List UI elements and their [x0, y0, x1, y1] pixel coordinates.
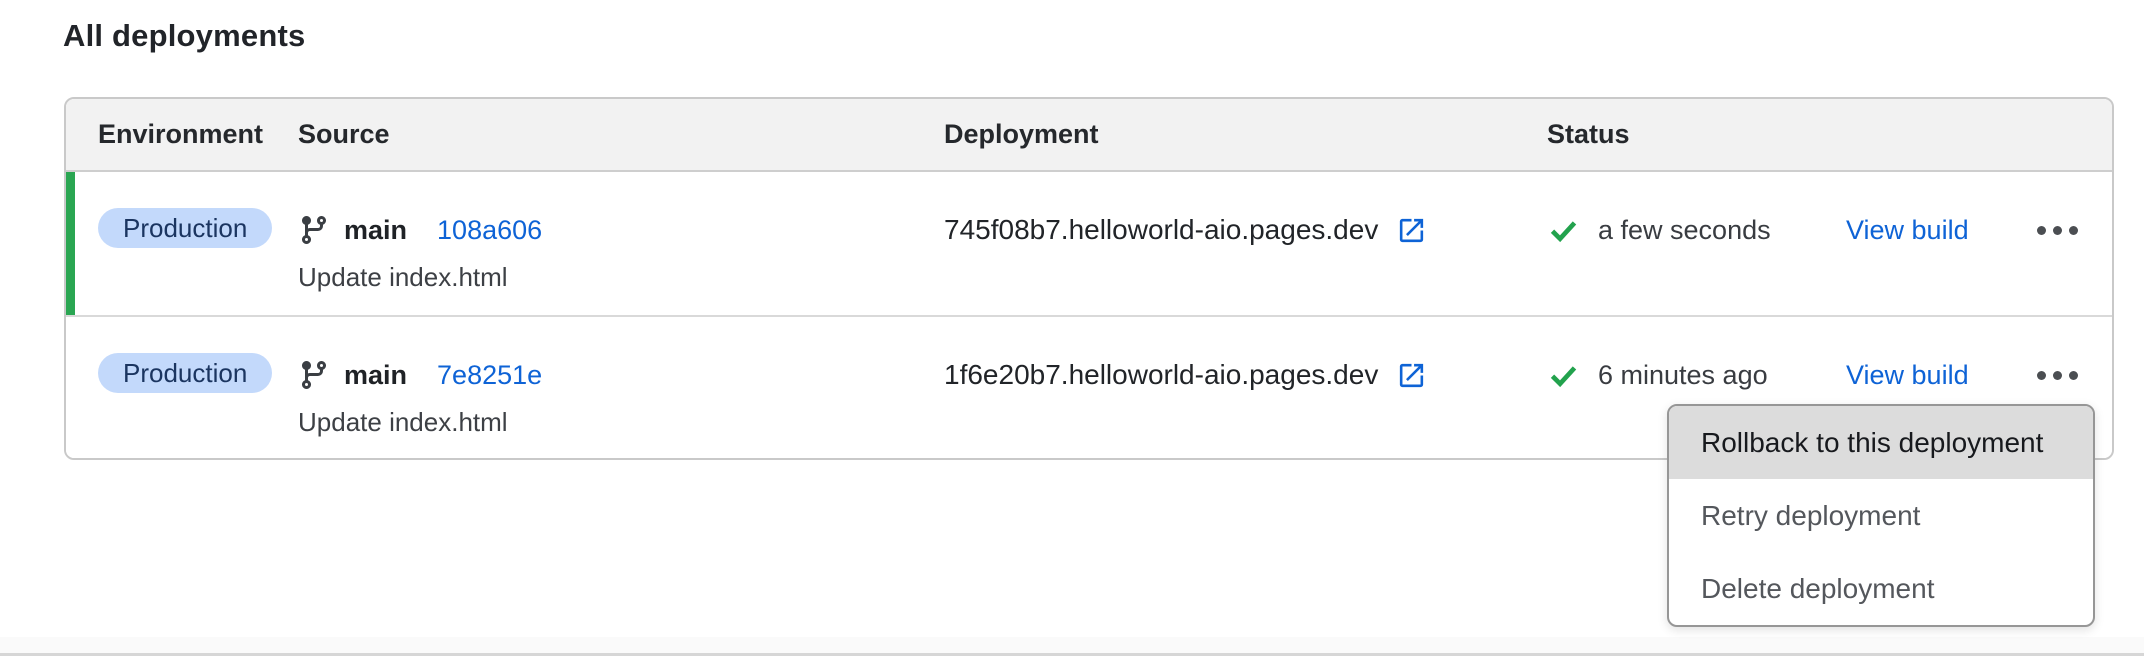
- table-header-row: Environment Source Deployment Status: [66, 99, 2112, 172]
- more-options-button[interactable]: [2035, 367, 2080, 384]
- commit-message: Update index.html: [298, 262, 944, 293]
- commit-link[interactable]: 7e8251e: [437, 360, 542, 391]
- deployment-row: Production main 108a606 Update index.htm…: [66, 172, 2112, 315]
- branch-name: main: [344, 360, 407, 391]
- status-time: 6 minutes ago: [1598, 360, 1768, 391]
- source-cell: main 7e8251e Update index.html: [298, 317, 944, 458]
- external-link-icon[interactable]: [1396, 360, 1427, 391]
- page-bottom-divider: [0, 653, 2144, 656]
- git-branch-icon: [298, 359, 330, 391]
- environment-badge: Production: [98, 353, 272, 393]
- environment-cell: Production: [98, 317, 298, 458]
- environment-cell: Production: [98, 172, 298, 315]
- actions-cell: View build: [1846, 172, 2080, 252]
- deployment-cell: 745f08b7.helloworld-aio.pages.dev: [944, 172, 1547, 252]
- page-title: All deployments: [63, 18, 305, 54]
- commit-message: Update index.html: [298, 407, 944, 438]
- status-cell: a few seconds: [1547, 172, 1846, 252]
- actions-cell: View build: [1846, 317, 2080, 397]
- deployment-context-menu: Rollback to this deployment Retry deploy…: [1667, 404, 2095, 627]
- column-header-environment: Environment: [98, 119, 298, 150]
- page-bottom-band: [0, 637, 2144, 654]
- environment-badge: Production: [98, 208, 272, 248]
- menu-item-delete[interactable]: Delete deployment: [1669, 552, 2093, 625]
- check-icon: [1547, 359, 1580, 392]
- source-cell: main 108a606 Update index.html: [298, 172, 944, 315]
- status-cell: 6 minutes ago: [1547, 317, 1846, 397]
- menu-item-retry[interactable]: Retry deployment: [1669, 479, 2093, 552]
- deployment-cell: 1f6e20b7.helloworld-aio.pages.dev: [944, 317, 1547, 397]
- deployment-url: 745f08b7.helloworld-aio.pages.dev: [944, 214, 1378, 246]
- commit-link[interactable]: 108a606: [437, 215, 542, 246]
- column-header-status: Status: [1547, 119, 1846, 150]
- external-link-icon[interactable]: [1396, 215, 1427, 246]
- menu-item-rollback[interactable]: Rollback to this deployment: [1669, 406, 2093, 479]
- git-branch-icon: [298, 214, 330, 246]
- check-icon: [1547, 214, 1580, 247]
- column-header-source: Source: [298, 119, 944, 150]
- deployments-page: All deployments Environment Source Deplo…: [0, 0, 2144, 662]
- branch-name: main: [344, 215, 407, 246]
- view-build-link[interactable]: View build: [1846, 215, 1969, 246]
- more-options-button[interactable]: [2035, 222, 2080, 239]
- status-time: a few seconds: [1598, 215, 1771, 246]
- column-header-deployment: Deployment: [944, 119, 1547, 150]
- view-build-link[interactable]: View build: [1846, 360, 1969, 391]
- deployment-url: 1f6e20b7.helloworld-aio.pages.dev: [944, 359, 1378, 391]
